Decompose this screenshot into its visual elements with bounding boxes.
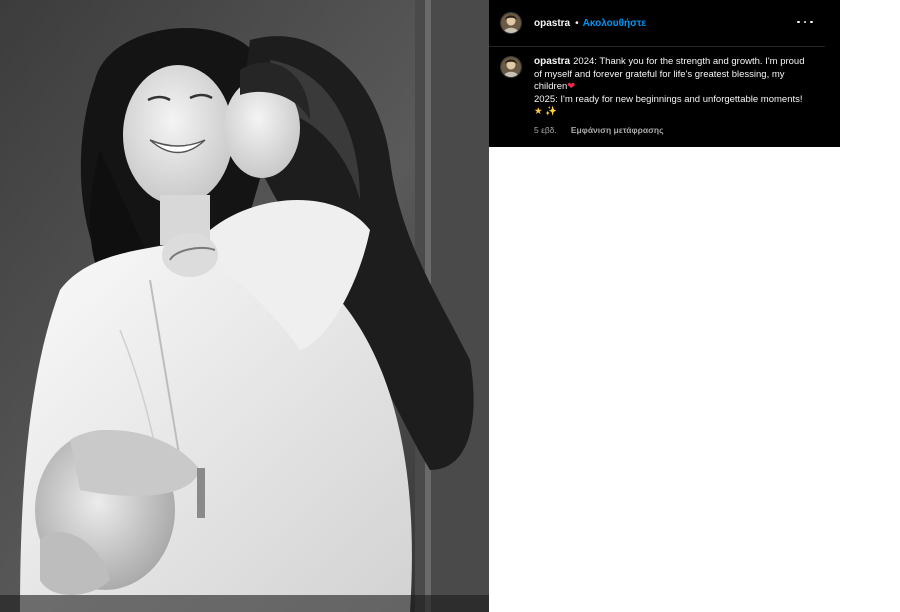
more-dot [803, 20, 807, 24]
follow-button[interactable]: Ακολουθήστε [583, 18, 647, 29]
post-side-panel: opastra • Ακολουθήστε opastra 2024: Thank… [489, 0, 840, 147]
caption-body: opastra 2024: Thank you for the strength … [534, 56, 805, 136]
post-timestamp[interactable]: 5 εβδ. [534, 124, 557, 137]
star-icon: ★ [534, 106, 543, 117]
caption-text-3: children [534, 81, 568, 92]
sparkles-icon: ✨ [545, 106, 558, 117]
caption-text-1: 2024: Thank you for the strength and gro… [573, 56, 805, 67]
avatar[interactable] [500, 12, 522, 34]
caption-line-3: children❤ [534, 81, 805, 94]
more-dot [810, 20, 813, 24]
heart-icon: ❤ [567, 81, 576, 92]
post-photo-illustration [0, 0, 489, 612]
caption: opastra 2024: Thank you for the strength … [500, 56, 810, 136]
post-header: opastra • Ακολουθήστε [489, 0, 825, 47]
header-username[interactable]: opastra [534, 18, 570, 29]
post-photo[interactable] [0, 0, 489, 612]
caption-username[interactable]: opastra [534, 56, 570, 67]
caption-emoji-line: ★ ✨ [534, 106, 805, 119]
more-options-icon[interactable] [797, 14, 813, 30]
avatar-image [501, 57, 521, 77]
caption-text-2: of myself and forever grateful for life'… [534, 68, 785, 80]
see-translation-button[interactable]: Εμφάνιση μετάφρασης [571, 124, 664, 137]
post-meta: 5 εβδ. Εμφάνιση μετάφρασης [534, 124, 805, 137]
avatar-image [501, 13, 521, 33]
caption-text-4: 2025: I'm ready for new beginnings and u… [534, 93, 803, 105]
caption-avatar[interactable] [500, 56, 522, 78]
more-dot [797, 20, 800, 24]
separator-dot: • [575, 17, 579, 29]
caption-line-1: opastra 2024: Thank you for the strength … [534, 56, 805, 69]
